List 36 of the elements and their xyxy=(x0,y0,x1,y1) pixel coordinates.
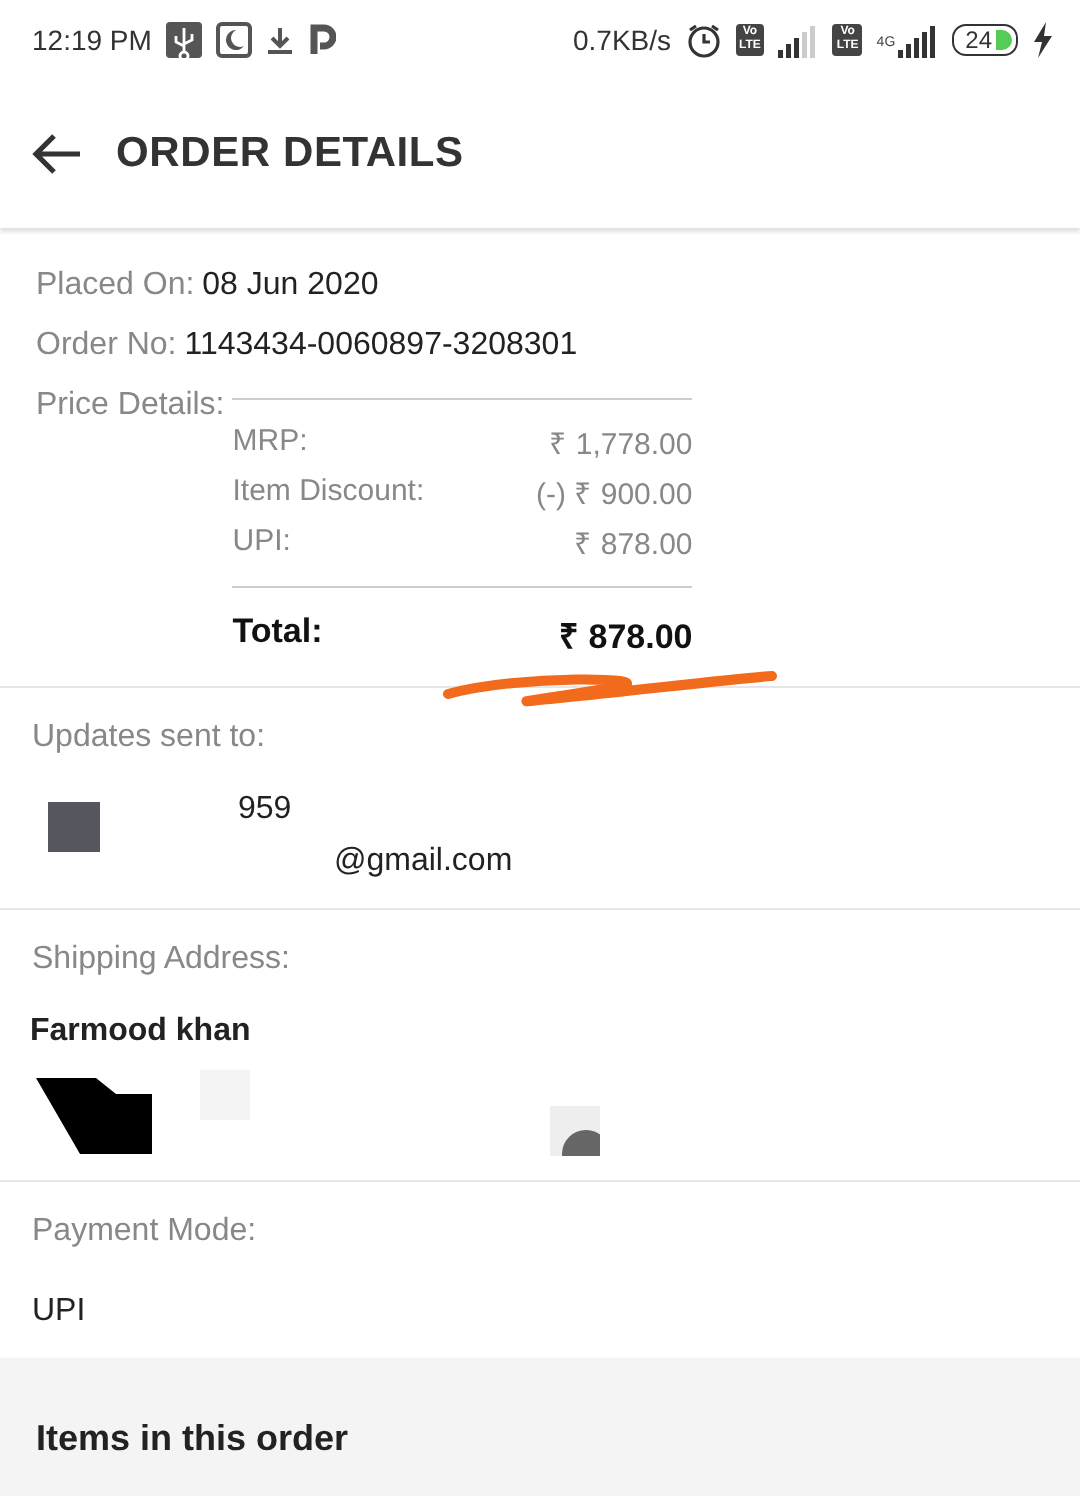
price-amount: ₹ 878.00 xyxy=(574,525,693,561)
page-title: ORDER DETAILS xyxy=(116,130,464,178)
price-label: Item Discount: xyxy=(232,474,425,508)
field-value: 08 Jun 2020 xyxy=(202,268,379,304)
network-speed: 0.7KB/s xyxy=(572,24,672,56)
total-label: Total: xyxy=(232,612,323,654)
moon-icon xyxy=(215,22,252,58)
usb-icon xyxy=(165,22,202,58)
field-label: Price Details: xyxy=(36,388,225,424)
section-heading: Items in this order xyxy=(36,1418,351,1460)
download-icon xyxy=(265,24,294,56)
charging-icon xyxy=(1032,22,1052,58)
price-amount: (-) ₹ 900.00 xyxy=(536,475,693,511)
clock-time: 12:19 PM xyxy=(32,24,152,56)
price-label: MRP: xyxy=(232,424,308,458)
battery-icon: 24 xyxy=(951,24,1018,56)
total-amount: ₹ 878.00 xyxy=(559,616,693,658)
p-icon xyxy=(307,22,336,58)
price-amount: ₹ 1,778.00 xyxy=(549,425,693,461)
section-label: Payment Mode: xyxy=(32,1212,259,1252)
recipient-name: Farmood khan xyxy=(30,1012,251,1052)
section-label: Shipping Address: xyxy=(32,940,292,980)
phone-number: 959 xyxy=(238,790,292,830)
field-label: Placed On: xyxy=(36,268,195,304)
signal-icon xyxy=(778,22,819,58)
email-address: @gmail.com xyxy=(334,842,513,882)
payment-mode: UPI xyxy=(32,1292,86,1332)
field-value: 1143434-0060897-3208301 xyxy=(184,328,578,364)
alarm-icon xyxy=(685,22,722,58)
price-label: UPI: xyxy=(232,524,291,558)
back-arrow-icon xyxy=(32,132,84,176)
signal-icon xyxy=(897,22,938,58)
redaction-mark xyxy=(48,802,100,852)
redaction-mark xyxy=(550,1106,600,1156)
section-label: Updates sent to: xyxy=(32,718,268,758)
field-label: Order No: xyxy=(36,328,177,364)
